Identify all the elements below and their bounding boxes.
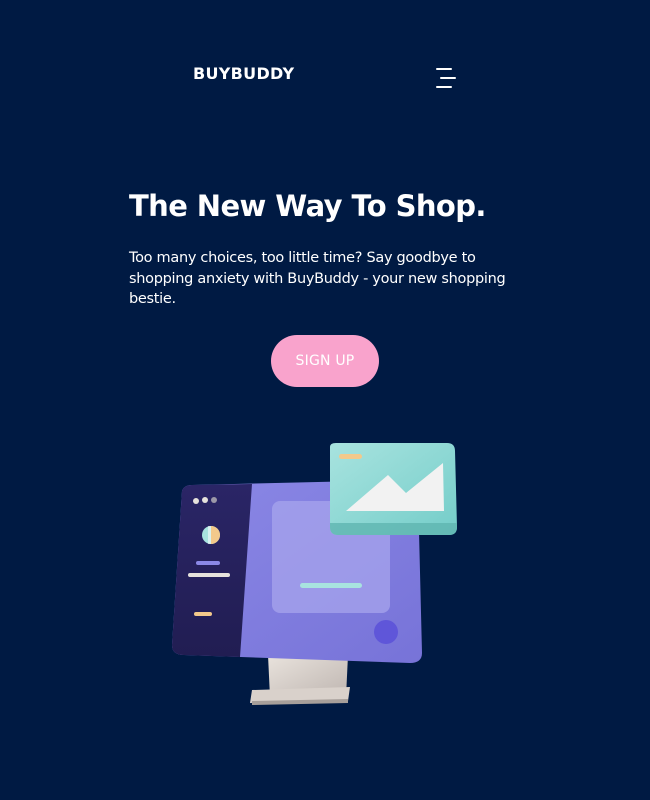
sign-up-button[interactable]: SIGN UP bbox=[271, 335, 379, 387]
landing-page: BUYBUDDY The New Way To Shop. Too many c… bbox=[0, 0, 650, 800]
hero-title: The New Way To Shop. bbox=[129, 189, 486, 223]
brand-logo[interactable]: BUYBUDDY bbox=[193, 64, 294, 83]
hero-description: Too many choices, too little time? Say g… bbox=[129, 250, 506, 307]
avatar bbox=[202, 526, 220, 544]
image-card-icon bbox=[330, 443, 457, 535]
menu-button[interactable] bbox=[430, 66, 458, 90]
hamburger-menu-icon bbox=[436, 68, 456, 88]
monitor-stand bbox=[250, 655, 350, 705]
computer-monitor-illustration bbox=[172, 443, 457, 705]
